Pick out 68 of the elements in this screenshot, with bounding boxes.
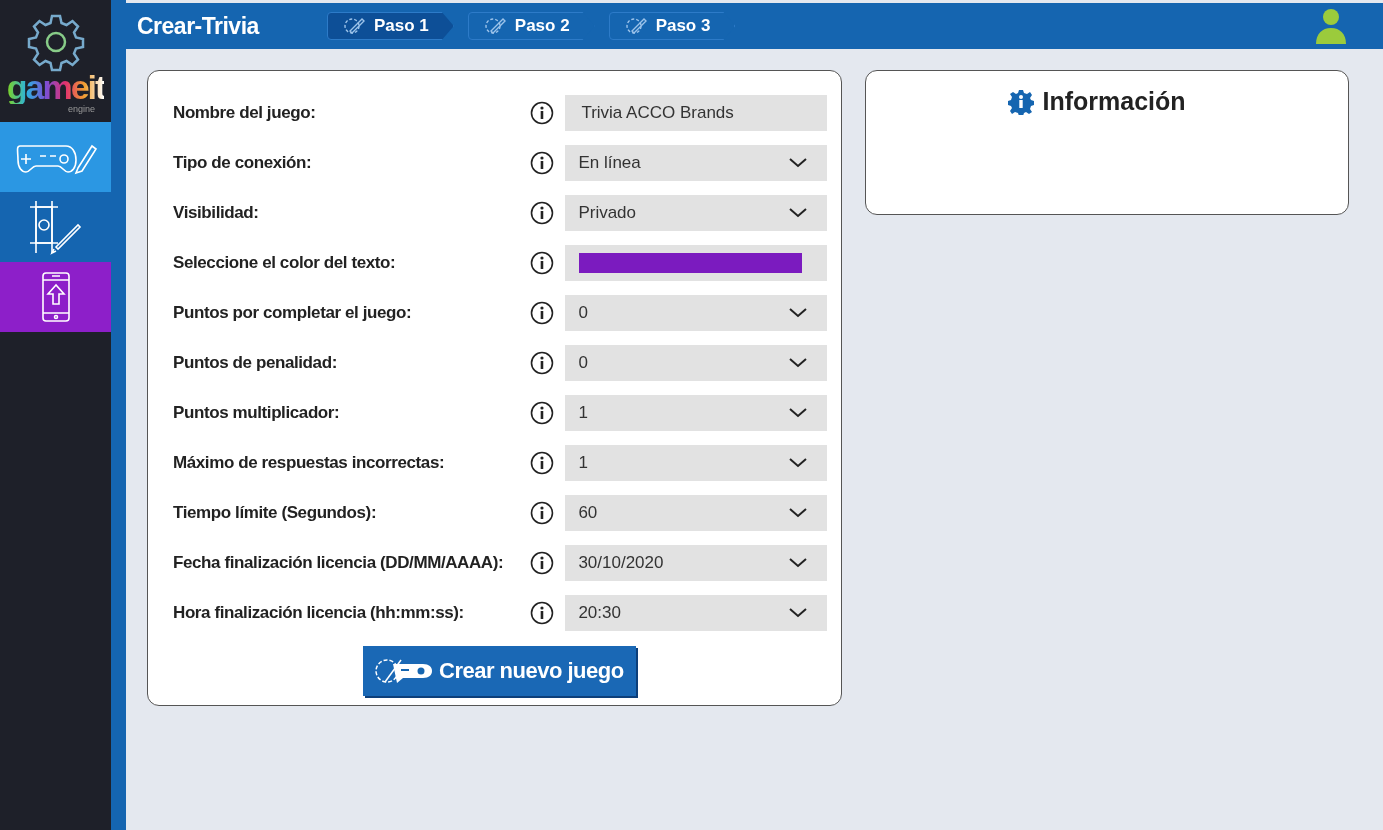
chevron-down-icon (789, 358, 807, 368)
field-label: Hora finalización licencia (hh:mm:ss): (173, 603, 465, 623)
field-label: Puntos multiplicador: (173, 403, 341, 423)
logo-tagline: engine (68, 104, 96, 114)
field-label: Fecha finalización licencia (DD/MM/AAAA): (173, 553, 505, 573)
sidebar-item[interactable] (0, 122, 112, 192)
field-label: Puntos por completar el juego: (173, 303, 413, 323)
info-icon[interactable] (530, 201, 555, 225)
dropdown-field[interactable]: En línea (565, 145, 827, 181)
chevron-down-icon (789, 458, 807, 468)
info-icon[interactable] (530, 251, 555, 275)
sidebar-item[interactable] (0, 262, 112, 332)
dropdown-value: 0 (578, 303, 588, 323)
field-label: Tiempo límite (Segundos): (173, 503, 378, 523)
create-game-button[interactable]: Crear nuevo juego (363, 646, 636, 696)
dropdown-value: 1 (578, 453, 588, 473)
dropdown-value: 60 (578, 503, 598, 523)
dropdown-field[interactable]: 20:30 (565, 595, 827, 631)
info-title: Información (1042, 87, 1186, 116)
sidebar-item[interactable] (0, 192, 112, 262)
info-icon[interactable] (530, 151, 555, 175)
info-icon[interactable] (530, 101, 555, 125)
color-picker-field[interactable] (565, 245, 827, 281)
gear-info-icon (1008, 88, 1035, 115)
dropdown-value: 0 (578, 353, 588, 373)
chevron-down-icon (789, 308, 807, 318)
dropdown-field[interactable]: 0 (565, 345, 827, 381)
field-label: Tipo de conexión: (173, 153, 313, 173)
info-icon[interactable] (530, 601, 555, 625)
dropdown-value: En línea (578, 153, 641, 173)
dropdown-value: 30/10/2020 (578, 553, 664, 573)
chevron-down-icon (789, 208, 807, 218)
dropdown-field[interactable]: 60 (565, 495, 827, 531)
chevron-down-icon (789, 158, 807, 168)
page-title: Crear-Trivia (137, 12, 261, 40)
info-icon[interactable] (530, 401, 555, 425)
chevron-down-icon (789, 558, 807, 568)
step-tab[interactable]: Paso 3 (608, 12, 736, 40)
text-field[interactable]: Trivia ACCO Brands (565, 95, 827, 131)
info-icon[interactable] (530, 451, 555, 475)
dropdown-field[interactable]: 0 (565, 295, 827, 331)
info-icon[interactable] (530, 551, 555, 575)
field-label: Puntos de penalidad: (173, 353, 338, 373)
field-label: Visibilidad: (173, 203, 260, 223)
gear-icon (25, 12, 86, 72)
dropdown-value: 1 (578, 403, 588, 423)
step-tab[interactable]: Paso 2 (467, 12, 595, 40)
gear-pencil-icon (482, 16, 507, 36)
dropdown-value: Privado (578, 203, 636, 223)
step-tab[interactable]: Paso 1 (327, 12, 454, 40)
user-icon[interactable] (1315, 8, 1347, 44)
dropdown-value: 20:30 (578, 603, 621, 623)
field-label: Nombre del juego: (173, 103, 317, 123)
chevron-down-icon (789, 608, 807, 618)
info-icon[interactable] (530, 351, 555, 375)
dropdown-field[interactable]: 1 (565, 395, 827, 431)
dropdown-field[interactable]: 1 (565, 445, 827, 481)
gear-pencil-icon (623, 16, 648, 36)
info-icon[interactable] (530, 501, 555, 525)
chevron-down-icon (789, 408, 807, 418)
field-label: Máximo de respuestas incorrectas: (173, 453, 446, 473)
dropdown-field[interactable]: Privado (565, 195, 827, 231)
info-icon[interactable] (530, 301, 555, 325)
chevron-down-icon (789, 508, 807, 518)
dropdown-field[interactable]: 30/10/2020 (565, 545, 827, 581)
field-label: Seleccione el color del texto: (173, 253, 397, 273)
gear-pencil-icon (342, 16, 366, 36)
phone-upload-icon (40, 271, 71, 323)
